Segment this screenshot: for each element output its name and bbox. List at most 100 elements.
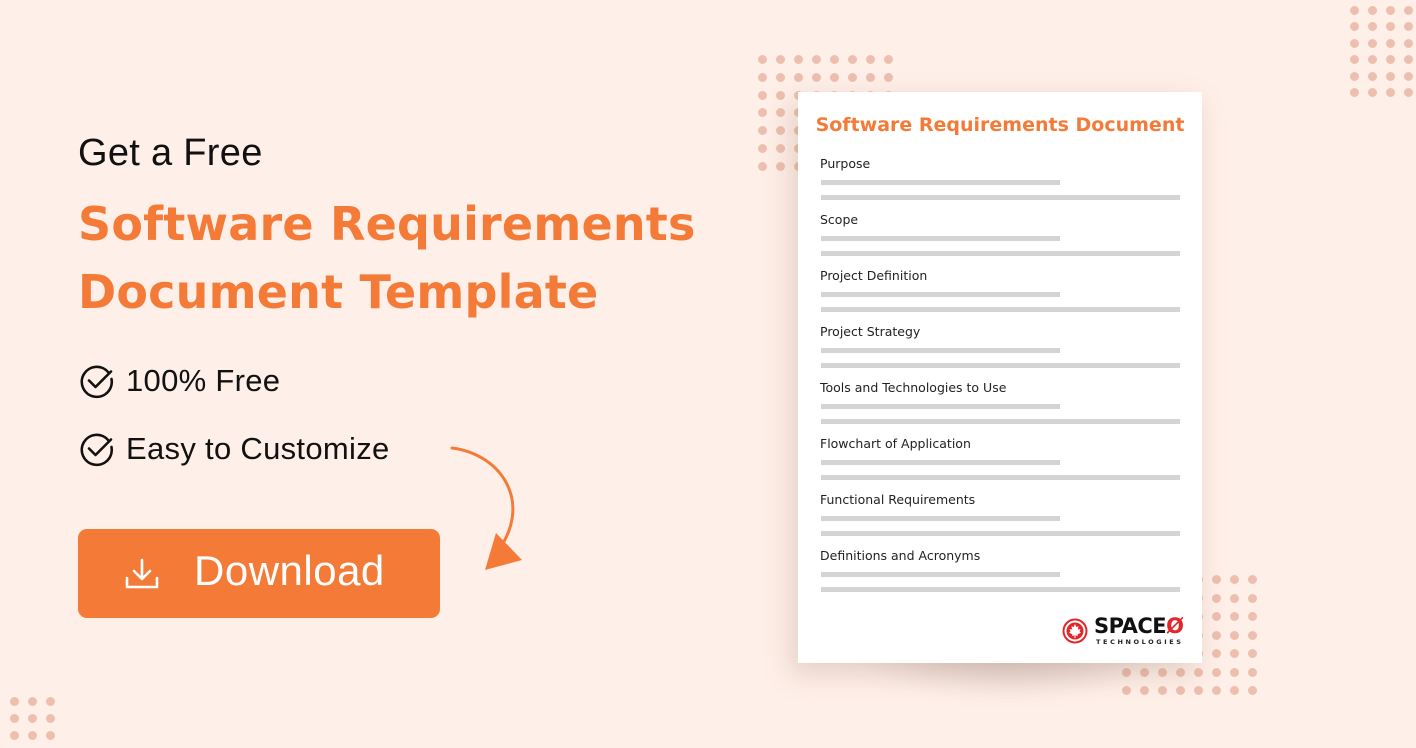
download-button-label: Download bbox=[194, 547, 385, 594]
decorative-dot bbox=[1230, 686, 1239, 695]
decorative-dot bbox=[776, 90, 785, 100]
logo-wordmark: SPACEØ bbox=[1094, 614, 1184, 638]
decorative-dot bbox=[46, 714, 55, 723]
document-section-label: Functional Requirements bbox=[820, 492, 976, 507]
decorative-dot bbox=[1248, 593, 1257, 603]
placeholder-line bbox=[821, 307, 1180, 312]
decorative-dot bbox=[1404, 88, 1413, 97]
decorative-dot bbox=[812, 55, 821, 64]
document-section: Project Definition bbox=[820, 268, 1180, 324]
decorative-dot bbox=[794, 55, 803, 64]
decorative-dot bbox=[1212, 667, 1221, 677]
decorative-dot bbox=[1230, 649, 1239, 658]
placeholder-line bbox=[821, 180, 1060, 185]
feature-label: Easy to Customize bbox=[126, 431, 390, 466]
decorative-dot bbox=[1248, 649, 1257, 658]
decorative-dot bbox=[1212, 612, 1221, 621]
document-section-label: Project Strategy bbox=[820, 324, 921, 339]
decorative-dot bbox=[884, 72, 893, 82]
decorative-dot bbox=[10, 731, 19, 740]
decorative-dot bbox=[758, 161, 767, 171]
logo-subtitle: TECHNOLOGIES bbox=[1096, 638, 1184, 646]
document-section-label: Purpose bbox=[820, 156, 871, 171]
placeholder-line bbox=[821, 195, 1180, 200]
document-section: Project Strategy bbox=[820, 324, 1180, 380]
placeholder-line bbox=[821, 516, 1060, 521]
decorative-dot bbox=[758, 144, 767, 153]
document-section: Functional Requirements bbox=[820, 492, 1180, 548]
decorative-dot bbox=[1248, 686, 1257, 695]
placeholder-line bbox=[821, 531, 1180, 536]
decorative-dot bbox=[1350, 71, 1359, 81]
document-section-label: Flowchart of Application bbox=[820, 436, 971, 451]
decorative-dot bbox=[1404, 6, 1413, 15]
decorative-dot bbox=[1404, 55, 1413, 65]
decorative-dot bbox=[1350, 38, 1359, 48]
decorative-dot bbox=[776, 108, 785, 118]
decorative-dot bbox=[1386, 22, 1395, 32]
decorative-dot bbox=[1212, 630, 1221, 640]
document-section-label: Project Definition bbox=[820, 268, 928, 283]
check-circle-icon bbox=[80, 433, 114, 467]
decorative-dot bbox=[46, 697, 55, 706]
decorative-dot bbox=[1368, 22, 1377, 32]
decorative-dot bbox=[1350, 22, 1359, 32]
decorative-dot bbox=[1386, 6, 1395, 15]
decorative-dot bbox=[1368, 71, 1377, 81]
decorative-dot bbox=[46, 731, 55, 740]
hero-title-line-1: Software Requirements bbox=[78, 197, 696, 251]
decorative-dot bbox=[1350, 88, 1359, 97]
decorative-dot bbox=[812, 72, 821, 82]
decorative-dot bbox=[1248, 612, 1257, 621]
decorative-dot bbox=[776, 161, 785, 171]
placeholder-line bbox=[821, 236, 1060, 241]
company-logo: SPACEØ TECHNOLOGIES bbox=[1062, 614, 1186, 648]
curved-arrow-icon bbox=[450, 446, 522, 570]
placeholder-line bbox=[821, 363, 1180, 368]
decorative-dot bbox=[1248, 667, 1257, 677]
document-section: Purpose bbox=[820, 156, 1180, 212]
hero-pre-title: Get a Free bbox=[78, 132, 263, 174]
decorative-dot bbox=[758, 55, 767, 64]
document-preview: Software Requirements Document Purpose Sc… bbox=[798, 92, 1202, 663]
decorative-dot bbox=[1350, 6, 1359, 15]
decorative-dot bbox=[10, 714, 19, 723]
decorative-dot bbox=[1404, 38, 1413, 48]
decorative-dot bbox=[776, 144, 785, 153]
decorative-dot bbox=[848, 55, 857, 64]
document-section: Definitions and Acronyms bbox=[820, 548, 1180, 604]
decorative-dot bbox=[884, 55, 893, 64]
placeholder-line bbox=[821, 475, 1180, 480]
placeholder-line bbox=[821, 251, 1180, 256]
document-title: Software Requirements Document bbox=[815, 114, 1185, 136]
decorative-dot bbox=[1386, 71, 1395, 81]
decorative-dot bbox=[1212, 593, 1221, 603]
decorative-dot bbox=[1212, 649, 1221, 658]
download-button[interactable]: Download bbox=[78, 529, 440, 618]
decorative-dot bbox=[28, 731, 37, 740]
decorative-dot bbox=[1248, 575, 1257, 584]
document-section-label: Definitions and Acronyms bbox=[820, 548, 981, 563]
check-circle-icon bbox=[80, 365, 114, 399]
decorative-dot bbox=[1404, 71, 1413, 81]
decorative-dot bbox=[1230, 575, 1239, 584]
document-section-label: Scope bbox=[820, 212, 859, 227]
hero-title: Software Requirements Document Template bbox=[78, 190, 696, 326]
document-section: Flowchart of Application bbox=[820, 436, 1180, 492]
placeholder-line bbox=[821, 419, 1180, 424]
decorative-dot bbox=[1212, 686, 1221, 695]
decorative-dot bbox=[1230, 612, 1239, 621]
decorative-dot bbox=[758, 126, 767, 136]
decorative-dot bbox=[1386, 55, 1395, 65]
placeholder-line bbox=[821, 404, 1060, 409]
placeholder-line bbox=[821, 292, 1060, 297]
decorative-dot bbox=[1368, 6, 1377, 15]
decorative-dot bbox=[776, 55, 785, 64]
decorative-dot bbox=[1404, 22, 1413, 32]
decorative-dot bbox=[28, 697, 37, 706]
decorative-dot bbox=[1230, 593, 1239, 603]
decorative-dot bbox=[1386, 38, 1395, 48]
placeholder-line bbox=[821, 587, 1180, 592]
decorative-dot bbox=[776, 126, 785, 136]
decorative-dot bbox=[830, 72, 839, 82]
